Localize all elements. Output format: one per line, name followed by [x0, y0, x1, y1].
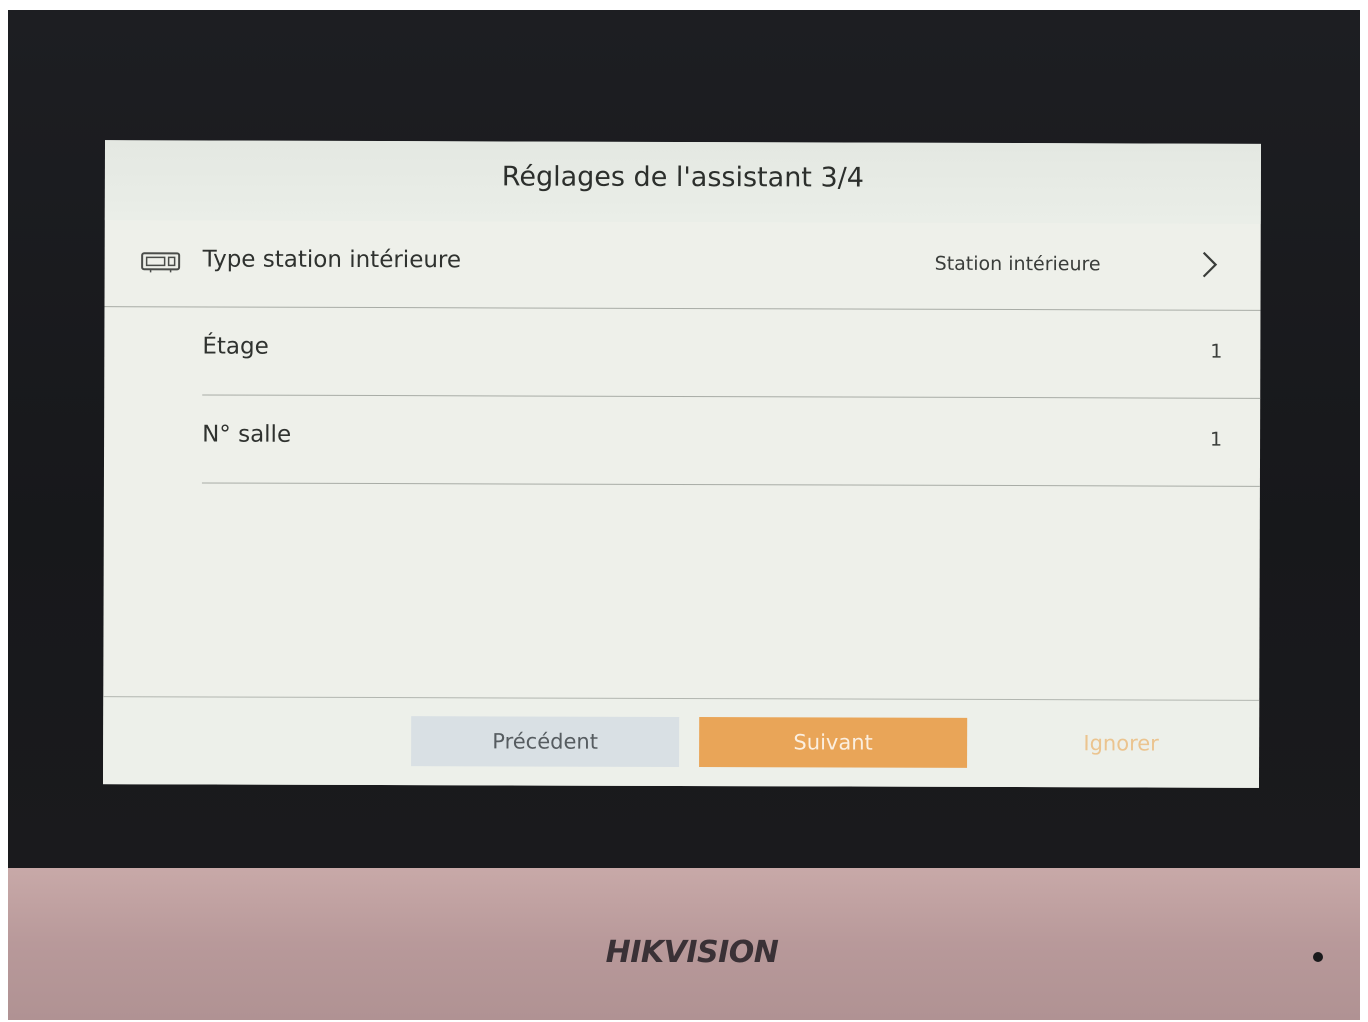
intercom-device: Réglages de l'assistant 3/4 Type station…: [8, 10, 1360, 1020]
setting-label-station-type: Type station intérieure: [202, 246, 462, 274]
setting-value-floor: 1: [1210, 340, 1223, 363]
previous-button[interactable]: Précédent: [411, 716, 680, 767]
page-title: Réglages de l'assistant 3/4: [501, 161, 865, 194]
setting-value-station-type: Station intérieure: [934, 252, 1101, 276]
chevron-right-icon[interactable]: [1199, 248, 1221, 282]
setting-row-room[interactable]: N° salle 1: [104, 395, 1260, 485]
setting-row-floor[interactable]: Étage 1: [104, 307, 1260, 397]
setting-value-room: 1: [1209, 428, 1223, 451]
wizard-screen: Réglages de l'assistant 3/4 Type station…: [102, 140, 1262, 788]
brand-logo: HIKVISION: [605, 935, 779, 970]
indoor-station-icon: [141, 248, 181, 274]
wizard-footer: Précédent Suivant Ignorer: [102, 696, 1260, 788]
skip-button[interactable]: Ignorer: [987, 718, 1255, 769]
setting-row-station-type[interactable]: Type station intérieure Station intérieu…: [104, 220, 1260, 310]
next-button[interactable]: Suivant: [699, 717, 968, 768]
setting-label-floor: Étage: [202, 333, 269, 360]
title-bar: Réglages de l'assistant 3/4: [104, 140, 1262, 224]
light-sensor: [1313, 952, 1323, 962]
setting-label-room: N° salle: [202, 421, 292, 448]
